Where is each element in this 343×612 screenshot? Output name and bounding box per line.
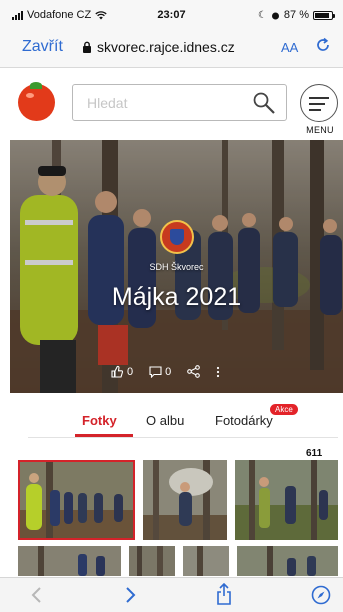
battery-fill	[315, 12, 329, 18]
battery-icon	[313, 10, 335, 20]
menu-button[interactable]	[300, 84, 338, 122]
like-button[interactable]: 0	[111, 365, 133, 378]
browser-address-bar: Zavřít skvorec.rajce.idnes.cz AA	[0, 26, 343, 68]
owner-emblem[interactable]	[160, 220, 194, 254]
site-logo[interactable]	[18, 82, 55, 121]
tab-photo-gifts[interactable]: Fotodárky	[215, 413, 273, 428]
album-info: SDH Škvorec Májka 2021 0 0	[10, 140, 343, 393]
alarm-icon	[271, 12, 279, 19]
more-icon[interactable]	[216, 366, 220, 378]
status-bar: Vodafone CZ 23:07 ☾ 87 %	[0, 0, 343, 26]
album-owner[interactable]: SDH Škvorec	[10, 262, 343, 272]
active-tab-indicator	[75, 434, 133, 437]
close-button[interactable]: Zavřít	[22, 38, 63, 56]
photo-thumbnail[interactable]	[235, 460, 338, 540]
menu-line	[309, 97, 329, 99]
browser-toolbar	[0, 577, 343, 612]
search-icon[interactable]	[252, 91, 276, 115]
photo-thumbnail[interactable]	[129, 546, 175, 576]
menu-label: MENU	[306, 125, 334, 135]
share-sheet-icon[interactable]	[216, 583, 232, 605]
album-title: Májka 2021	[111, 283, 242, 311]
photo-thumbnail[interactable]	[18, 460, 135, 540]
photo-thumbnail[interactable]	[183, 546, 229, 576]
promo-badge: Akce	[270, 404, 298, 415]
battery-percent: 87 %	[283, 9, 309, 21]
compass-icon[interactable]	[311, 585, 331, 605]
reload-icon[interactable]	[315, 37, 331, 53]
url-text: skvorec.rajce.idnes.cz	[97, 39, 235, 55]
photo-thumbnail[interactable]	[143, 460, 227, 540]
menu-line	[309, 103, 325, 105]
site-header: MENU	[0, 68, 343, 138]
album-tabs: Fotky O albu Fotodárky Akce	[28, 396, 338, 438]
thumbs-up-icon	[111, 365, 124, 378]
text-size-button[interactable]: AA	[281, 40, 298, 55]
like-count: 0	[127, 365, 134, 378]
lock-icon	[83, 41, 91, 53]
photo-thumbnail[interactable]	[18, 546, 121, 576]
comment-icon	[149, 365, 162, 378]
forward-icon[interactable]	[125, 586, 137, 604]
share-icon[interactable]	[187, 365, 201, 378]
album-cover: SDH Škvorec Májka 2021 0 0	[10, 140, 343, 393]
back-icon[interactable]	[30, 586, 42, 604]
comment-button[interactable]: 0	[149, 366, 171, 378]
album-stats: 0 0	[111, 365, 220, 378]
url-field[interactable]: skvorec.rajce.idnes.cz	[82, 39, 235, 55]
tab-about-album[interactable]: O albu	[146, 413, 184, 428]
comment-count: 0	[165, 365, 172, 378]
menu-line	[309, 109, 321, 111]
tab-photos[interactable]: Fotky	[82, 413, 117, 428]
moon-icon: ☾	[257, 9, 267, 21]
search-input[interactable]	[73, 85, 243, 120]
photo-count: 611	[306, 448, 323, 459]
photo-thumbnail[interactable]	[237, 546, 338, 576]
search-box	[72, 84, 287, 121]
